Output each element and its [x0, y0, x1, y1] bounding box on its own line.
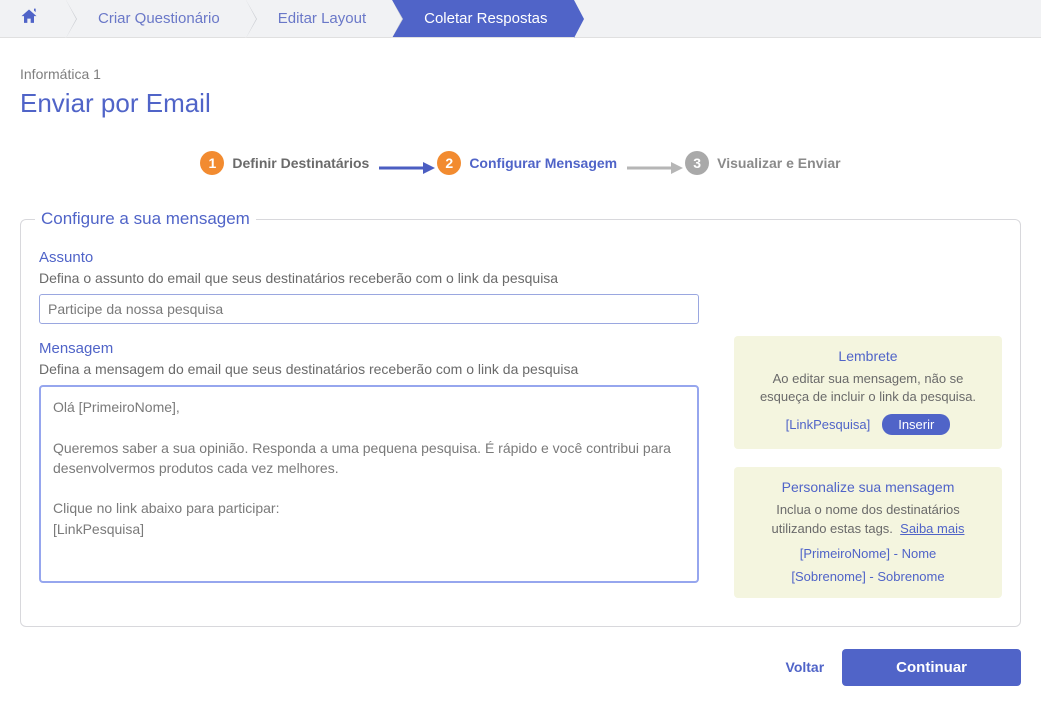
subject-title: Assunto	[39, 249, 1002, 266]
step-recipients[interactable]: 1 Definir Destinatários	[200, 151, 369, 175]
home-icon	[18, 7, 40, 31]
panel-legend: Configure a sua mensagem	[35, 209, 256, 229]
arrow-icon	[379, 161, 427, 165]
breadcrumb-label: Coletar Respostas	[424, 10, 547, 27]
page-title: Enviar por Email	[20, 88, 1021, 119]
breadcrumb-home[interactable]	[0, 0, 66, 37]
step-label: Definir Destinatários	[232, 155, 369, 171]
continue-button[interactable]: Continuar	[842, 649, 1021, 686]
step-message[interactable]: 2 Configurar Mensagem	[437, 151, 617, 175]
callout-title: Personalize sua mensagem	[748, 479, 988, 495]
callout-text: Inclua o nome dos destinatários utilizan…	[748, 501, 988, 537]
step-number: 1	[200, 151, 224, 175]
step-label: Configurar Mensagem	[469, 155, 617, 171]
callout-title: Lembrete	[748, 348, 988, 364]
breadcrumb-collect[interactable]: Coletar Respostas	[392, 0, 573, 37]
wizard-steps: 1 Definir Destinatários 2 Configurar Men…	[20, 151, 1021, 175]
arrow-icon	[627, 161, 675, 165]
tag-lastname: [Sobrenome] - Sobrenome	[748, 569, 988, 584]
step-number: 3	[685, 151, 709, 175]
action-bar: Voltar Continuar	[20, 649, 1021, 686]
breadcrumb-create[interactable]: Criar Questionário	[66, 0, 246, 37]
callout-text: Ao editar sua mensagem, não se esqueça d…	[748, 370, 988, 406]
step-label: Visualizar e Enviar	[717, 155, 840, 171]
insert-link-button[interactable]: Inserir	[882, 414, 950, 435]
survey-name: Informática 1	[20, 66, 1021, 82]
message-textarea[interactable]	[39, 385, 699, 583]
breadcrumb-bar: Criar Questionário Editar Layout Coletar…	[0, 0, 1041, 38]
breadcrumb-label: Editar Layout	[278, 10, 366, 27]
breadcrumb-edit-layout[interactable]: Editar Layout	[246, 0, 392, 37]
tag-firstname: [PrimeiroNome] - Nome	[748, 546, 988, 561]
step-number: 2	[437, 151, 461, 175]
learn-more-link[interactable]: Saiba mais	[900, 521, 964, 536]
message-title: Mensagem	[39, 340, 716, 357]
configure-message-panel: Configure a sua mensagem Assunto Defina …	[20, 209, 1021, 627]
back-button[interactable]: Voltar	[786, 659, 825, 675]
message-desc: Defina a mensagem do email que seus dest…	[39, 361, 716, 377]
breadcrumb-label: Criar Questionário	[98, 10, 220, 27]
callout-personalize: Personalize sua mensagem Inclua o nome d…	[734, 467, 1002, 597]
step-preview-send[interactable]: 3 Visualizar e Enviar	[685, 151, 840, 175]
link-tag: [LinkPesquisa]	[786, 417, 871, 432]
callout-reminder: Lembrete Ao editar sua mensagem, não se …	[734, 336, 1002, 449]
subject-input[interactable]	[39, 294, 699, 324]
subject-desc: Defina o assunto do email que seus desti…	[39, 270, 1002, 286]
